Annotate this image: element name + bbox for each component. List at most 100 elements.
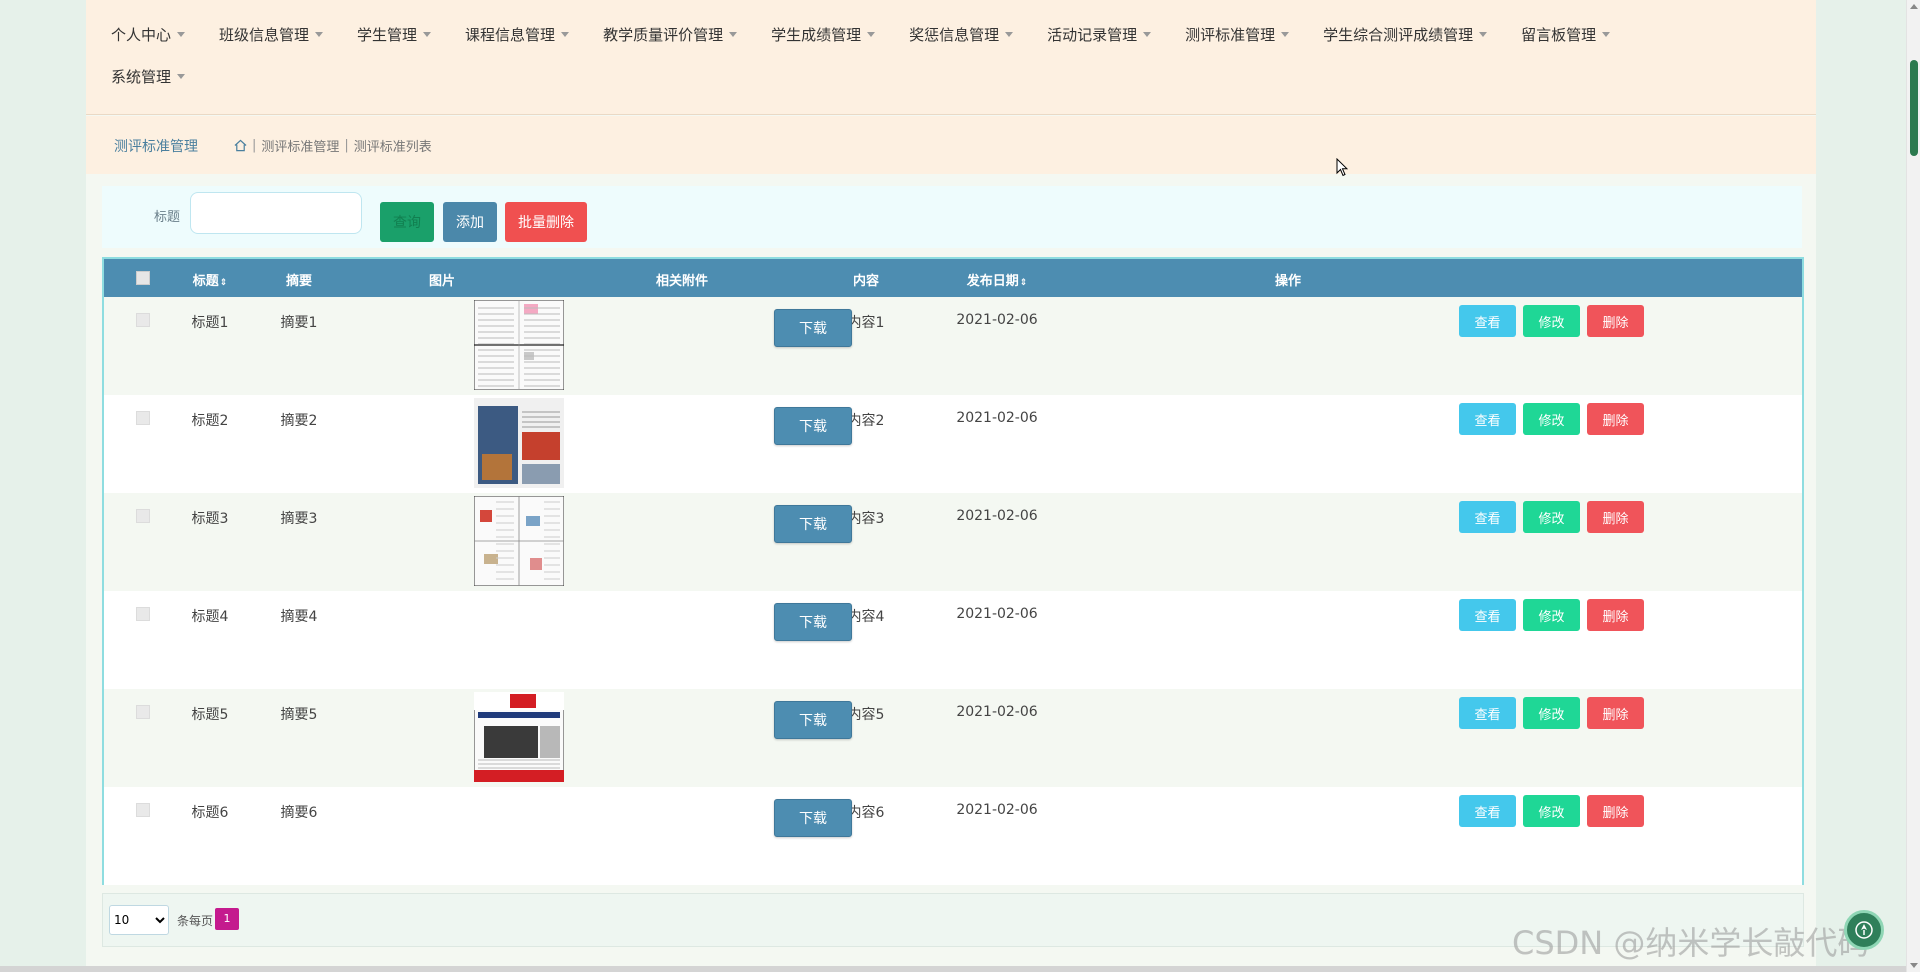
page-container: 个人中心 班级信息管理 学生管理 课程信息管理 教学质量评价管理 学生成绩管理 奖惩信息管理… bbox=[86, 0, 1816, 972]
add-button[interactable]: 添加 bbox=[443, 202, 497, 242]
nav-item-label: 学生成绩管理 bbox=[771, 26, 862, 44]
nav-item[interactable]: 系统管理 bbox=[111, 66, 186, 87]
vertical-scrollbar[interactable] bbox=[1906, 0, 1920, 972]
view-button[interactable]: 查看 bbox=[1459, 795, 1516, 827]
delete-button[interactable]: 删除 bbox=[1587, 501, 1644, 533]
summary-cell: 摘要2 bbox=[280, 413, 318, 429]
scroll-up-arrow-icon[interactable] bbox=[1910, 4, 1918, 9]
download-button[interactable]: 下载 bbox=[774, 407, 852, 445]
breadcrumb-separator: | bbox=[344, 138, 349, 153]
edit-button[interactable]: 修改 bbox=[1523, 795, 1580, 827]
table-row: 标题4 摘要4 内容4 2021-02-06 下载 查看 修改 删除 bbox=[104, 591, 1802, 689]
breadcrumb-bar: 测评标准管理 | 测评标准管理 | 测评标准列表 bbox=[86, 116, 1816, 174]
scrollbar-thumb[interactable] bbox=[1910, 60, 1918, 156]
nav-item[interactable]: 班级信息管理 bbox=[219, 24, 324, 45]
bottom-strip bbox=[0, 966, 1906, 972]
date-cell: 2021-02-06 bbox=[956, 508, 1038, 524]
chevron-down-icon bbox=[1005, 32, 1014, 37]
scroll-down-arrow-icon[interactable] bbox=[1910, 963, 1918, 968]
chevron-down-icon bbox=[423, 32, 432, 37]
nav-item[interactable]: 学生综合测评成绩管理 bbox=[1323, 24, 1488, 45]
nav-item-label: 奖惩信息管理 bbox=[909, 26, 1000, 44]
nav-item-label: 留言板管理 bbox=[1521, 26, 1597, 44]
header-summary: 摘要 bbox=[285, 274, 313, 289]
view-button[interactable]: 查看 bbox=[1459, 501, 1516, 533]
date-cell: 2021-02-06 bbox=[956, 802, 1038, 818]
back-to-top-button[interactable] bbox=[1844, 910, 1884, 950]
page-number-current[interactable]: 1 bbox=[215, 908, 239, 930]
title-cell: 标题2 bbox=[191, 413, 229, 429]
view-button[interactable]: 查看 bbox=[1459, 599, 1516, 631]
row-checkbox[interactable] bbox=[136, 411, 150, 425]
newspaper-thumbnail bbox=[474, 300, 564, 390]
nav-item[interactable]: 教学质量评价管理 bbox=[603, 24, 738, 45]
download-button[interactable]: 下载 bbox=[774, 505, 852, 543]
row-checkbox[interactable] bbox=[136, 705, 150, 719]
summary-cell: 摘要1 bbox=[280, 315, 318, 331]
nav-item[interactable]: 个人中心 bbox=[111, 24, 186, 45]
delete-button[interactable]: 删除 bbox=[1587, 599, 1644, 631]
query-button[interactable]: 查询 bbox=[380, 202, 434, 242]
title-search-input[interactable] bbox=[190, 192, 362, 234]
nav-item[interactable]: 课程信息管理 bbox=[465, 24, 570, 45]
per-page-label: 条每页 bbox=[177, 914, 214, 928]
rocket-icon bbox=[1855, 921, 1873, 939]
view-button[interactable]: 查看 bbox=[1459, 305, 1516, 337]
delete-button[interactable]: 删除 bbox=[1587, 697, 1644, 729]
nav-item[interactable]: 测评标准管理 bbox=[1185, 24, 1290, 45]
page-size-select[interactable]: 10 bbox=[109, 905, 169, 935]
edit-button[interactable]: 修改 bbox=[1523, 697, 1580, 729]
home-icon[interactable] bbox=[234, 139, 247, 152]
download-button[interactable]: 下载 bbox=[774, 799, 852, 837]
view-button[interactable]: 查看 bbox=[1459, 697, 1516, 729]
select-all-checkbox[interactable] bbox=[136, 271, 150, 285]
view-button[interactable]: 查看 bbox=[1459, 403, 1516, 435]
sort-icon: ⇕ bbox=[1019, 278, 1028, 288]
chevron-down-icon bbox=[729, 32, 738, 37]
watermark: CSDN @纳米学长敲代码 bbox=[1512, 924, 1870, 962]
breadcrumb-item-module[interactable]: 测评标准管理 bbox=[261, 136, 339, 155]
header-title[interactable]: 标题⇕ bbox=[193, 270, 228, 289]
nav-row-1: 个人中心 班级信息管理 学生管理 课程信息管理 教学质量评价管理 学生成绩管理 奖惩信息管理… bbox=[111, 24, 1644, 45]
header-date[interactable]: 发布日期⇕ bbox=[967, 270, 1028, 289]
edit-button[interactable]: 修改 bbox=[1523, 599, 1580, 631]
table-row: 标题2 摘要2 内容2 2021-02-06 下载 查看 修改 删除 bbox=[104, 395, 1802, 493]
batch-delete-button[interactable]: 批量删除 bbox=[505, 202, 587, 242]
edit-button[interactable]: 修改 bbox=[1523, 403, 1580, 435]
download-button[interactable]: 下载 bbox=[774, 603, 852, 641]
data-table: 标题⇕ 摘要 图片 相关附件 内容 发布日期⇕ 操作 标题1 摘要1 内容1 2021… bbox=[102, 257, 1804, 885]
row-checkbox[interactable] bbox=[136, 803, 150, 817]
content-cell: 内容4 bbox=[847, 609, 885, 625]
chevron-down-icon bbox=[1143, 32, 1152, 37]
content-cell: 内容2 bbox=[847, 413, 885, 429]
header-attachment: 相关附件 bbox=[655, 274, 709, 289]
row-checkbox[interactable] bbox=[136, 607, 150, 621]
nav-item[interactable]: 学生成绩管理 bbox=[771, 24, 876, 45]
title-cell: 标题5 bbox=[191, 707, 229, 723]
edit-button[interactable]: 修改 bbox=[1523, 305, 1580, 337]
nav-item-label: 系统管理 bbox=[111, 68, 172, 86]
nav-item[interactable]: 学生管理 bbox=[357, 24, 432, 45]
delete-button[interactable]: 删除 bbox=[1587, 403, 1644, 435]
row-checkbox[interactable] bbox=[136, 313, 150, 327]
nav-item[interactable]: 留言板管理 bbox=[1521, 24, 1611, 45]
nav-item[interactable]: 奖惩信息管理 bbox=[909, 24, 1014, 45]
header-actions: 操作 bbox=[1274, 274, 1302, 289]
newspaper-thumbnail bbox=[474, 398, 564, 488]
delete-button[interactable]: 删除 bbox=[1587, 305, 1644, 337]
nav-item[interactable]: 活动记录管理 bbox=[1047, 24, 1152, 45]
date-cell: 2021-02-06 bbox=[956, 606, 1038, 622]
chevron-down-icon bbox=[1479, 32, 1488, 37]
summary-cell: 摘要5 bbox=[280, 707, 318, 723]
download-button[interactable]: 下载 bbox=[774, 309, 852, 347]
search-label: 标题 bbox=[154, 210, 181, 225]
summary-cell: 摘要4 bbox=[280, 609, 318, 625]
content-cell: 内容1 bbox=[847, 315, 885, 331]
nav-item-label: 班级信息管理 bbox=[219, 26, 310, 44]
edit-button[interactable]: 修改 bbox=[1523, 501, 1580, 533]
row-checkbox[interactable] bbox=[136, 509, 150, 523]
table-row: 标题5 摘要5 内容5 2021-02-06 下载 查看 修改 删除 bbox=[104, 689, 1802, 787]
nav-item-label: 教学质量评价管理 bbox=[603, 26, 724, 44]
delete-button[interactable]: 删除 bbox=[1587, 795, 1644, 827]
download-button[interactable]: 下载 bbox=[774, 701, 852, 739]
